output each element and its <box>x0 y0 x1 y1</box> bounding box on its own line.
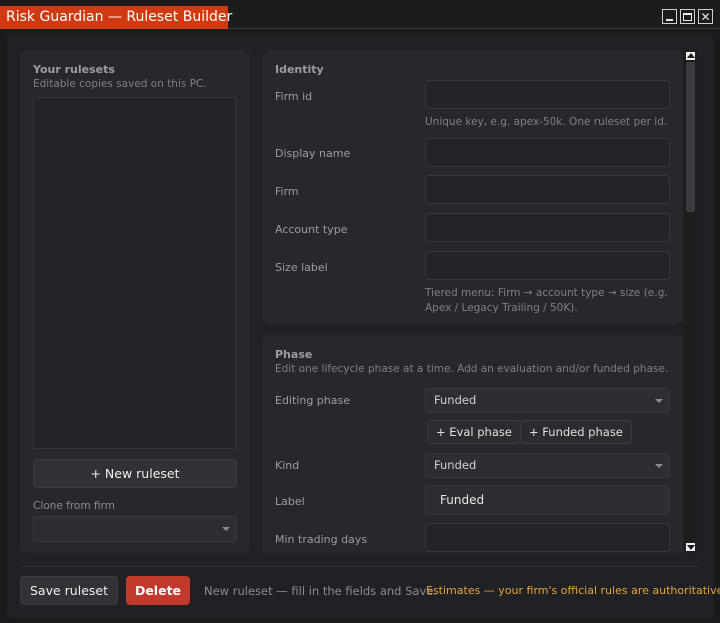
editor-scroll-area[interactable]: Identity Firm id Unique key, e.g. apex-5… <box>262 50 683 553</box>
firm-id-label: Firm id <box>275 90 313 103</box>
status-text: New ruleset — fill in the fields and Sav… <box>204 584 438 598</box>
phase-subtitle: Edit one lifecycle phase at a time. Add … <box>275 363 669 375</box>
clone-from-firm-select[interactable] <box>33 516 237 542</box>
firm-id-field[interactable] <box>425 80 670 109</box>
maximize-button[interactable] <box>680 9 695 24</box>
phase-label-input[interactable]: Funded <box>425 485 670 515</box>
add-funded-phase-button[interactable]: + Funded phase <box>520 420 632 444</box>
chevron-down-icon <box>655 464 663 468</box>
window-title: Risk Guardian — Ruleset Builder <box>0 6 232 29</box>
identity-card: Identity Firm id Unique key, e.g. apex-5… <box>262 50 683 325</box>
editing-phase-label: Editing phase <box>275 394 351 407</box>
size-label-field[interactable] <box>425 251 670 280</box>
delete-button[interactable]: Delete <box>126 576 190 605</box>
minimize-button[interactable] <box>662 9 677 24</box>
phase-card: Phase Edit one lifecycle phase at a time… <box>262 335 683 553</box>
display-name-label: Display name <box>275 147 351 160</box>
arrow-down-icon <box>687 545 695 550</box>
chevron-down-icon <box>222 527 230 531</box>
warning-text: Estimates — your firm's official rules a… <box>426 584 720 597</box>
min-trading-days-label: Min trading days <box>275 533 368 546</box>
arrow-up-icon <box>687 53 695 58</box>
label-label: Label <box>275 495 305 508</box>
close-icon: ✕ <box>700 9 711 24</box>
account-type-field[interactable] <box>425 213 670 242</box>
kind-value: Funded <box>434 458 477 472</box>
firm-id-hint: Unique key, e.g. apex-50k. One ruleset p… <box>425 116 668 128</box>
size-hint: Tiered menu: Firm → account type → size … <box>425 287 668 314</box>
title-divider <box>228 28 720 29</box>
rulesets-title: Your rulesets <box>33 63 115 76</box>
display-name-field[interactable] <box>425 138 670 167</box>
scrollbar-thumb[interactable] <box>686 62 695 212</box>
min-trading-days-field[interactable] <box>425 523 670 552</box>
account-type-label: Account type <box>275 223 348 236</box>
kind-label: Kind <box>275 459 300 472</box>
chevron-down-icon <box>655 399 663 403</box>
save-ruleset-button[interactable]: Save ruleset <box>20 576 118 605</box>
firm-label: Firm <box>275 185 299 198</box>
rulesets-subtitle: Editable copies saved on this PC. <box>33 78 207 90</box>
title-bar: Risk Guardian — Ruleset Builder ✕ <box>0 0 720 35</box>
rulesets-list[interactable] <box>33 97 236 449</box>
close-button[interactable]: ✕ <box>698 9 713 24</box>
phase-title: Phase <box>275 348 313 361</box>
new-ruleset-button[interactable]: + New ruleset <box>33 459 237 488</box>
minimize-icon <box>666 18 673 21</box>
editor-scrollbar[interactable] <box>684 50 697 553</box>
add-eval-phase-button[interactable]: + Eval phase <box>427 420 521 444</box>
firm-field[interactable] <box>425 175 670 204</box>
editing-phase-value: Funded <box>434 393 477 407</box>
maximize-icon <box>683 12 692 21</box>
size-label-label: Size label <box>275 261 328 274</box>
footer-divider <box>20 566 700 567</box>
editing-phase-select[interactable]: Funded <box>425 388 670 413</box>
kind-select[interactable]: Funded <box>425 453 670 478</box>
clone-from-firm-label: Clone from firm <box>33 500 115 512</box>
identity-title: Identity <box>275 63 324 76</box>
